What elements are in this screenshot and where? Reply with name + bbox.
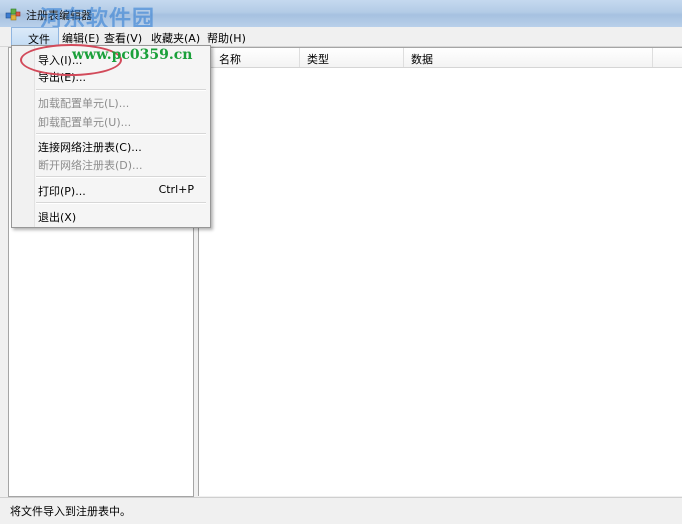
menu-separator — [36, 89, 206, 91]
column-divider[interactable] — [403, 48, 404, 67]
column-divider[interactable] — [652, 48, 653, 67]
menu-separator — [36, 176, 206, 178]
menu-item-print[interactable]: 打印(P)... — [38, 183, 86, 199]
column-header-name[interactable]: 名称 — [219, 51, 241, 70]
column-header-data[interactable]: 数据 — [411, 51, 433, 70]
status-text: 将文件导入到注册表中。 — [10, 505, 131, 518]
column-header-type[interactable]: 类型 — [307, 51, 329, 70]
print-shortcut: Ctrl+P — [158, 183, 194, 196]
column-divider[interactable] — [299, 48, 300, 67]
menu-file[interactable]: 文件(F) — [11, 27, 59, 60]
menu-item-unload-hive: 卸载配置单元(U)... — [38, 116, 132, 129]
status-bar: 将文件导入到注册表中。 — [0, 497, 682, 524]
menu-view[interactable]: 查看(V) — [104, 30, 142, 46]
registry-editor-icon — [5, 8, 21, 21]
menu-separator — [36, 133, 206, 135]
menu-item-connect-network-registry[interactable]: 连接网络注册表(C)... — [38, 139, 142, 155]
menu-bar: 文件(F) 编辑(E) 查看(V) 收藏夹(A) 帮助(H) — [0, 27, 682, 60]
watermark-url: www.pc0359.cn — [72, 47, 193, 63]
menu-item-exit[interactable]: 退出(X) — [38, 209, 76, 225]
title-bar: 注册表编辑器 河东软件园 — [0, 0, 682, 32]
menu-item-disconnect-network-registry: 断开网络注册表(D)... — [38, 159, 143, 172]
menu-separator — [36, 202, 206, 204]
menu-favorites[interactable]: 收藏夹(A) — [151, 30, 200, 46]
registry-values-pane[interactable]: 名称 类型 数据 — [198, 47, 682, 496]
menu-item-load-hive: 加载配置单元(L)... — [38, 97, 130, 110]
list-header: 名称 类型 数据 — [199, 48, 682, 68]
menu-icon-gutter — [12, 46, 35, 227]
menu-help[interactable]: 帮助(H) — [207, 30, 246, 46]
